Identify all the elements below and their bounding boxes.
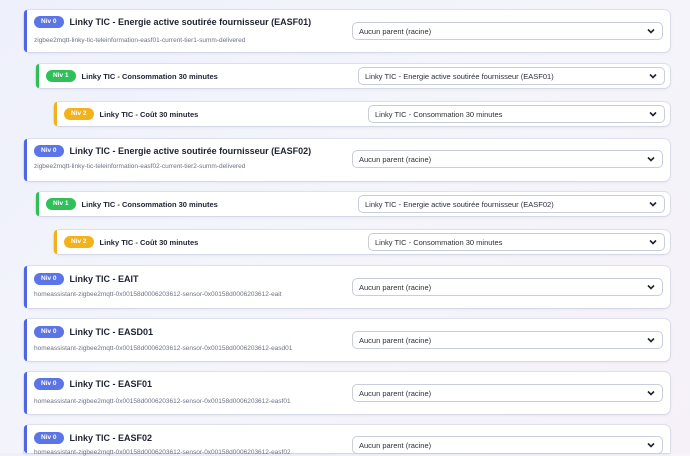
level-badge: Niv 0 [34, 432, 64, 444]
sensor-title: Linky TIC - Consommation 30 minutes [81, 199, 218, 209]
parent-select[interactable]: Linky TIC - Consommation 30 minutes [368, 233, 665, 251]
level-badge: Niv 2 [64, 236, 94, 248]
parent-select[interactable]: Aucun parent (racine) [352, 331, 663, 349]
sensor-card: Niv 0 Linky TIC - Energie active soutiré… [24, 139, 670, 181]
parent-select-value: Aucun parent (racine) [359, 440, 432, 450]
level-bar [36, 64, 39, 88]
level-bar [24, 425, 27, 453]
level-badge: Niv 0 [34, 326, 64, 338]
sensor-card: Niv 1 Linky TIC - Consommation 30 minute… [36, 192, 670, 216]
parent-select-value: Linky TIC - Consommation 30 minutes [375, 109, 503, 119]
parent-select[interactable]: Linky TIC - Energie active soutirée four… [358, 195, 665, 213]
level-badge: Niv 0 [34, 16, 64, 28]
level-badge: Niv 1 [46, 198, 76, 210]
level-bar [24, 372, 27, 414]
parent-select[interactable]: Aucun parent (racine) [352, 384, 663, 402]
sensor-card: Niv 0 Linky TIC - EAIT homeassistant-zig… [24, 266, 670, 308]
chevron-down-icon [647, 390, 655, 396]
sensor-card: Niv 0 Linky TIC - EASF01 homeassistant-z… [24, 372, 670, 414]
level-badge: Niv 2 [64, 108, 94, 120]
level-bar [24, 139, 27, 181]
level-badge: Niv 0 [34, 273, 64, 285]
level-bar [36, 192, 39, 216]
level-bar [24, 10, 27, 52]
parent-select-value: Aucun parent (racine) [359, 154, 432, 164]
entity-id: homeassistant-zigbee2mqtt-0x00158d000620… [34, 398, 291, 405]
parent-select-value: Linky TIC - Energie active soutirée four… [365, 199, 554, 209]
sensor-title: Linky TIC - Energie active soutirée four… [69, 146, 312, 156]
parent-select-value: Aucun parent (racine) [359, 335, 432, 345]
chevron-down-icon [649, 239, 657, 245]
level-bar [54, 102, 57, 126]
parent-select[interactable]: Aucun parent (racine) [352, 22, 663, 40]
chevron-down-icon [647, 442, 655, 448]
parent-select[interactable]: Linky TIC - Consommation 30 minutes [368, 105, 665, 123]
chevron-down-icon [649, 201, 657, 207]
parent-select-value: Aucun parent (racine) [359, 26, 432, 36]
level-badge: Niv 0 [34, 378, 64, 390]
sensor-card: Niv 2 Linky TIC - Coût 30 minutes Linky … [54, 102, 670, 126]
chevron-down-icon [649, 111, 657, 117]
chevron-down-icon [647, 337, 655, 343]
level-badge: Niv 1 [46, 70, 76, 82]
level-bar [54, 230, 57, 254]
sensor-title: Linky TIC - Consommation 30 minutes [81, 71, 218, 81]
sensor-card: Niv 2 Linky TIC - Coût 30 minutes Linky … [54, 230, 670, 254]
sensor-card: Niv 0 Linky TIC - Energie active soutiré… [24, 10, 670, 52]
parent-select[interactable]: Aucun parent (racine) [352, 278, 663, 296]
chevron-down-icon [647, 284, 655, 290]
parent-select[interactable]: Aucun parent (racine) [352, 436, 663, 454]
parent-select-value: Aucun parent (racine) [359, 388, 432, 398]
sensor-title: Linky TIC - Energie active soutirée four… [69, 17, 312, 27]
sensor-card: Niv 0 Linky TIC - EASF02 homeassistant-z… [24, 425, 670, 456]
parent-select[interactable]: Aucun parent (racine) [352, 150, 663, 168]
chevron-down-icon [647, 28, 655, 34]
parent-select-value: Aucun parent (racine) [359, 282, 432, 292]
sensor-title: Linky TIC - EAIT [69, 274, 139, 284]
chevron-down-icon [649, 73, 657, 79]
parent-select[interactable]: Linky TIC - Energie active soutirée four… [358, 67, 665, 85]
sensor-title: Linky TIC - EASF01 [69, 379, 153, 389]
entity-id: homeassistant-zigbee2mqtt-0x00158d000620… [34, 345, 293, 352]
parent-select-value: Linky TIC - Consommation 30 minutes [375, 237, 503, 247]
sensor-title: Linky TIC - Coût 30 minutes [99, 109, 199, 119]
sensor-card: Niv 1 Linky TIC - Consommation 30 minute… [36, 64, 670, 88]
entity-id: zigbee2mqtt-linky-tic-teleinformation-ea… [34, 37, 246, 44]
sensor-title: Linky TIC - EASD01 [69, 327, 154, 337]
sensor-title: Linky TIC - Coût 30 minutes [99, 237, 199, 247]
entity-id: zigbee2mqtt-linky-tic-teleinformation-ea… [34, 163, 246, 170]
parent-select-value: Linky TIC - Energie active soutirée four… [365, 71, 554, 81]
chevron-down-icon [647, 156, 655, 162]
level-bar [24, 319, 27, 361]
sensor-title: Linky TIC - EASF02 [69, 433, 153, 443]
sensor-card: Niv 0 Linky TIC - EASD01 homeassistant-z… [24, 319, 670, 361]
level-bar [24, 266, 27, 308]
entity-id: homeassistant-zigbee2mqtt-0x00158d000620… [34, 291, 282, 298]
level-badge: Niv 0 [34, 145, 64, 157]
